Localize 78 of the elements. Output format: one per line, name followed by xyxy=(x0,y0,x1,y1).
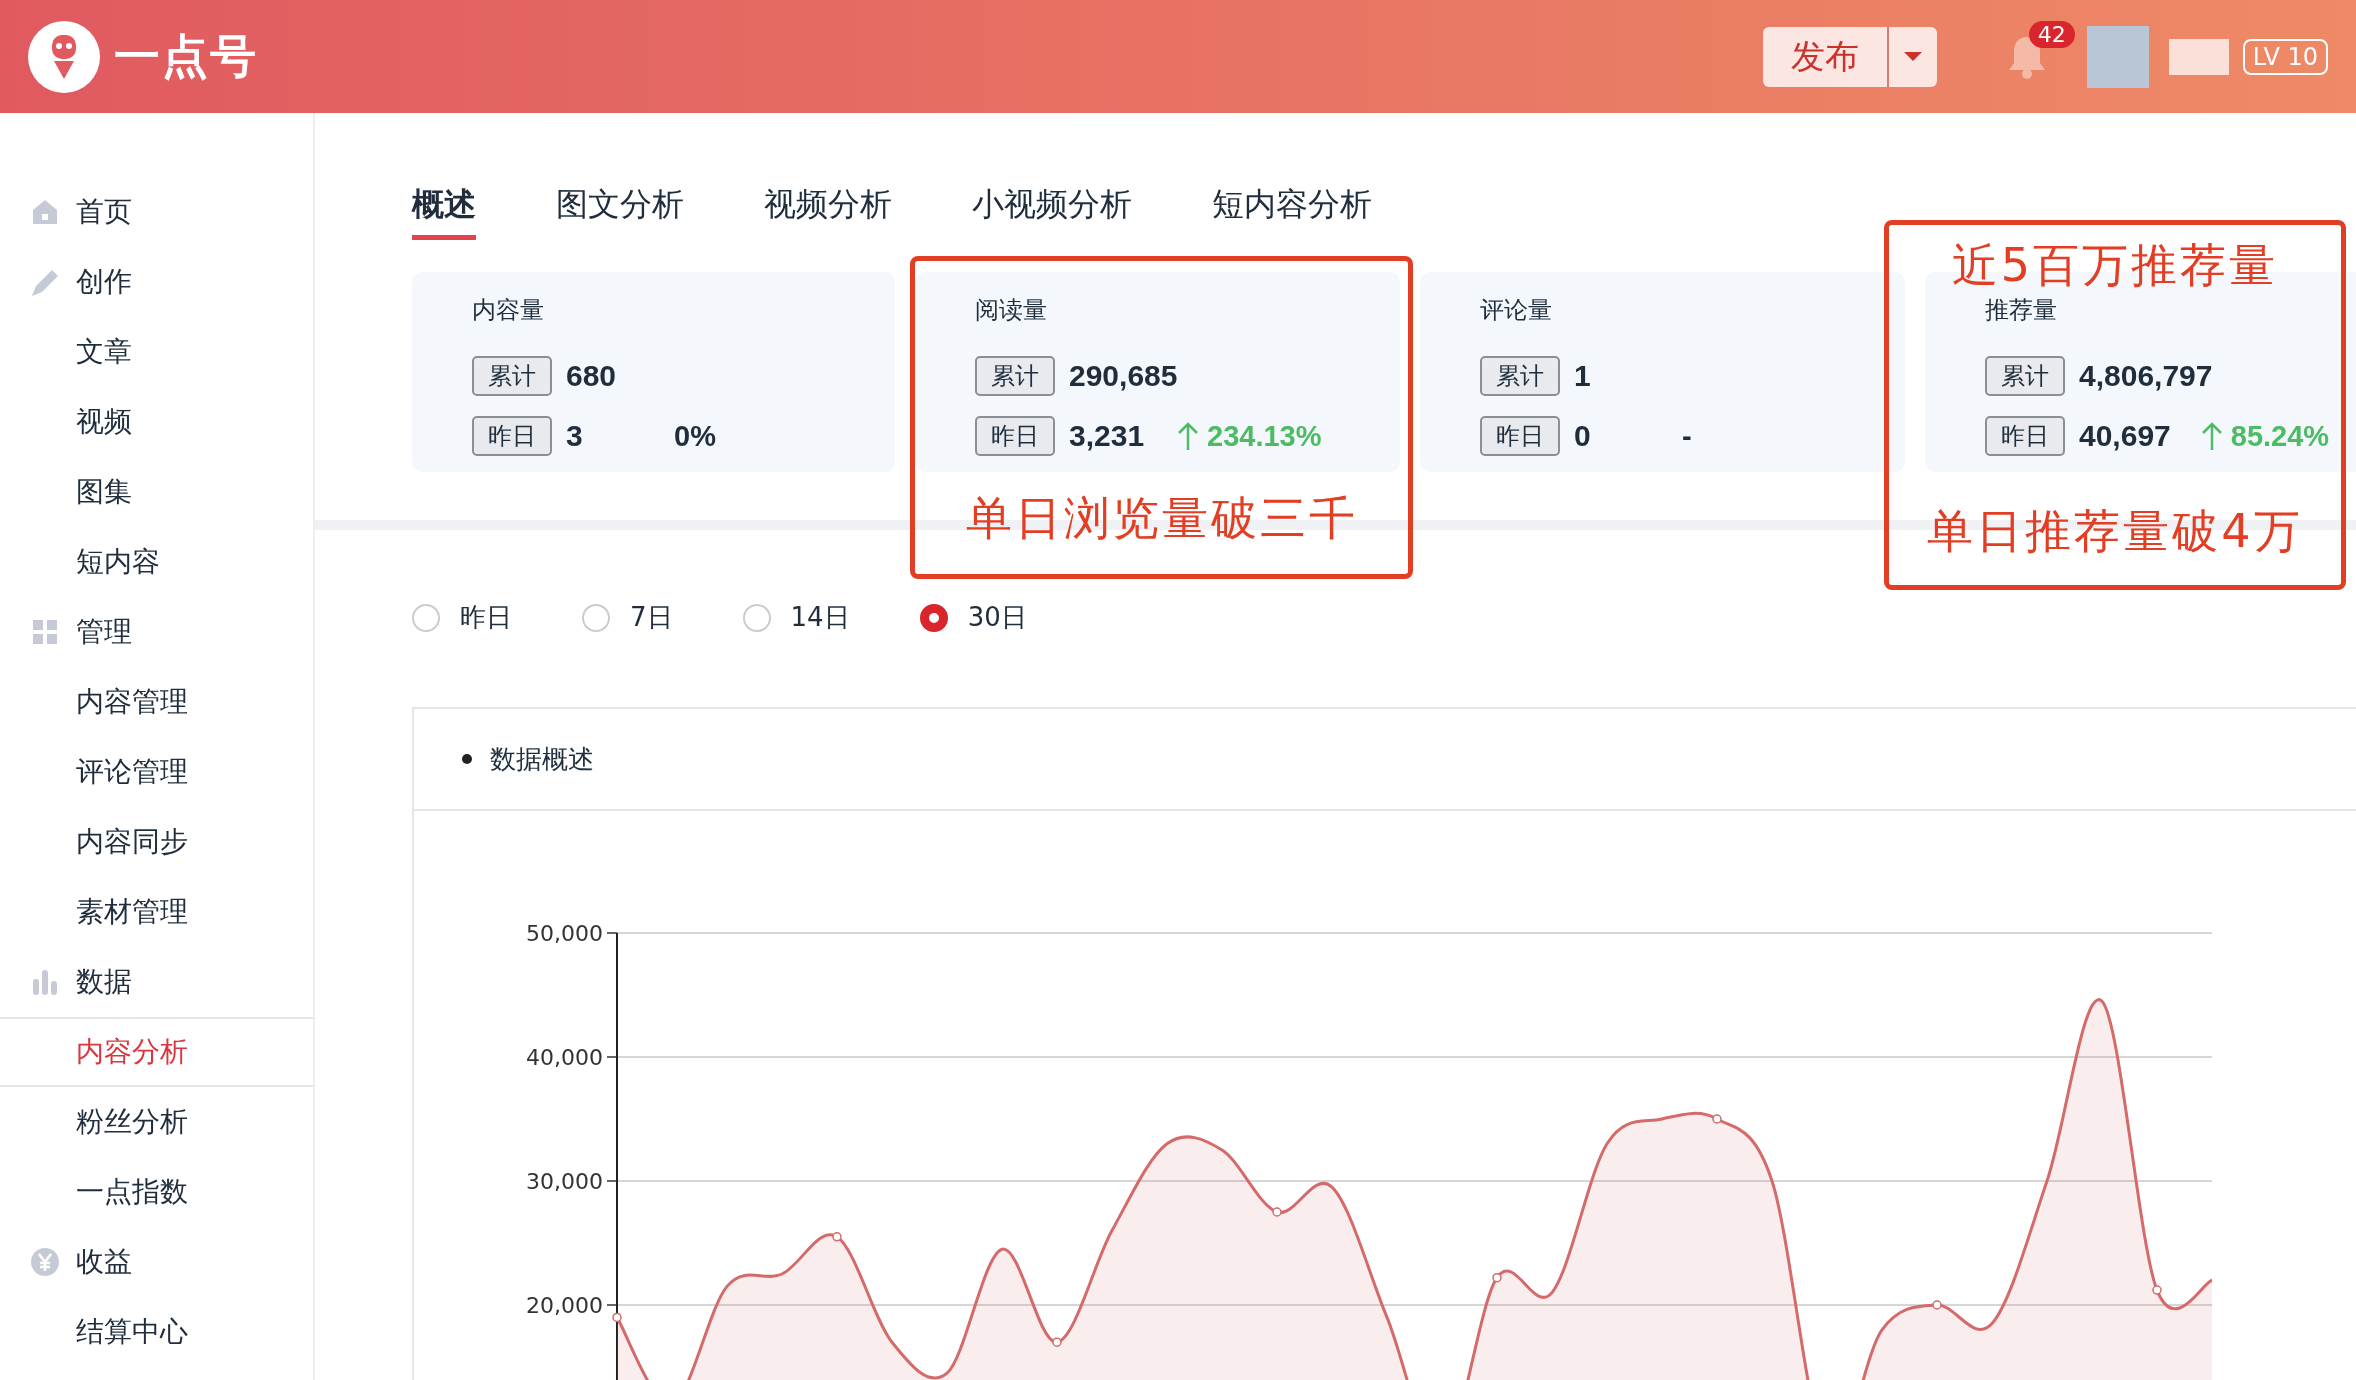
tag-label: 累计 xyxy=(975,356,1055,396)
y-axis-label: 20,000 xyxy=(526,1293,603,1318)
sidebar-item[interactable]: 短内容 xyxy=(0,527,313,597)
yen-coin-icon xyxy=(30,1247,60,1277)
annotation-text: 单日浏览量破三千 xyxy=(965,490,1358,547)
annotation-text: 单日推荐量破4万 xyxy=(1927,503,2303,560)
change-value: 0% xyxy=(674,419,716,453)
sidebar-item[interactable]: 评论管理 xyxy=(0,737,313,807)
radio-label[interactable]: 14日 xyxy=(790,600,850,635)
tag-label: 累计 xyxy=(1985,356,2065,396)
sidebar-item[interactable]: 管理 xyxy=(0,597,313,667)
up-arrow-icon xyxy=(2200,422,2223,450)
total-value: 1 xyxy=(1574,359,1592,393)
y-axis-label: 40,000 xyxy=(526,1045,603,1070)
tag-label: 昨日 xyxy=(1480,416,1560,456)
logo-text: 一点号 xyxy=(114,27,258,85)
radio-label[interactable]: 昨日 xyxy=(460,600,512,635)
tag-label: 昨日 xyxy=(472,416,552,456)
yesterday-value: 3,231 xyxy=(1069,419,1146,453)
axis-tick xyxy=(606,1056,618,1058)
card-title: 内容量 xyxy=(472,295,545,326)
total-value: 290,685 xyxy=(1069,359,1178,393)
change-value: 234.13% xyxy=(1177,419,1322,453)
tab[interactable]: 小视频分析 xyxy=(972,183,1132,240)
sidebar-item[interactable]: 结算中心 xyxy=(0,1297,313,1367)
data-point[interactable] xyxy=(612,1312,622,1323)
pen-icon xyxy=(30,267,60,297)
tab[interactable]: 概述 xyxy=(412,183,476,240)
tab[interactable]: 短内容分析 xyxy=(1212,183,1372,240)
sidebar-item[interactable]: 一点指数 xyxy=(0,1157,313,1227)
home-icon xyxy=(30,197,60,227)
level-badge: LV 10 xyxy=(2242,38,2328,75)
tag-label: 昨日 xyxy=(1985,416,2065,456)
sidebar-item[interactable]: 创作 xyxy=(0,247,313,317)
sidebar-item[interactable]: 内容管理 xyxy=(0,667,313,737)
y-axis-label: 50,000 xyxy=(526,921,603,946)
axis-tick xyxy=(606,1180,618,1182)
radio-label[interactable]: 30日 xyxy=(967,600,1027,635)
notification-badge: 42 xyxy=(2028,20,2075,48)
sidebar-item[interactable]: 视频 xyxy=(0,387,313,457)
user-name-image xyxy=(2168,38,2229,75)
tag-label: 累计 xyxy=(1480,356,1560,396)
axis-tick xyxy=(606,1304,618,1306)
grid-icon xyxy=(30,617,60,647)
sidebar-item[interactable]: 首页 xyxy=(0,177,313,247)
tab[interactable]: 视频分析 xyxy=(764,183,892,240)
radio-button[interactable] xyxy=(919,603,948,632)
card-title: 阅读量 xyxy=(975,295,1048,326)
sidebar-item[interactable]: 内容分析 xyxy=(0,1017,313,1087)
total-value: 4,806,797 xyxy=(2079,359,2213,393)
sidebar-item[interactable]: 素材管理 xyxy=(0,877,313,947)
tab[interactable]: 图文分析 xyxy=(556,183,684,240)
bullet-icon xyxy=(462,754,472,764)
yesterday-value: 0 xyxy=(1574,419,1592,453)
sidebar-item[interactable]: 文章 xyxy=(0,317,313,387)
yesterday-value: 40,697 xyxy=(2079,419,2171,453)
caret-icon xyxy=(1903,52,1922,61)
bar-chart-icon xyxy=(30,967,60,997)
sidebar-item[interactable]: 收益 xyxy=(0,1227,313,1297)
panel-title: 数据概述 xyxy=(490,742,594,776)
sidebar-item[interactable]: 图集 xyxy=(0,457,313,527)
y-axis-label: 30,000 xyxy=(526,1169,603,1194)
radio-label[interactable]: 7日 xyxy=(630,600,673,635)
tag-label: 昨日 xyxy=(975,416,1055,456)
axis-tick xyxy=(606,932,618,934)
card-title: 评论量 xyxy=(1480,295,1553,326)
change-value: 85.24% xyxy=(2200,419,2330,453)
up-arrow-icon xyxy=(1177,422,1199,450)
total-value: 680 xyxy=(566,359,618,393)
annotation-text: 近5百万推荐量 xyxy=(1951,237,2279,294)
sidebar-item[interactable]: 粉丝分析 xyxy=(0,1087,313,1157)
sidebar-item[interactable]: 内容同步 xyxy=(0,807,313,877)
yesterday-value: 3 xyxy=(566,419,584,453)
sidebar-item[interactable]: 数据 xyxy=(0,947,313,1017)
logo-icon xyxy=(28,20,100,93)
change-value: - xyxy=(1682,419,1692,453)
card-title: 推荐量 xyxy=(1985,295,2058,326)
tag-label: 累计 xyxy=(472,356,552,396)
